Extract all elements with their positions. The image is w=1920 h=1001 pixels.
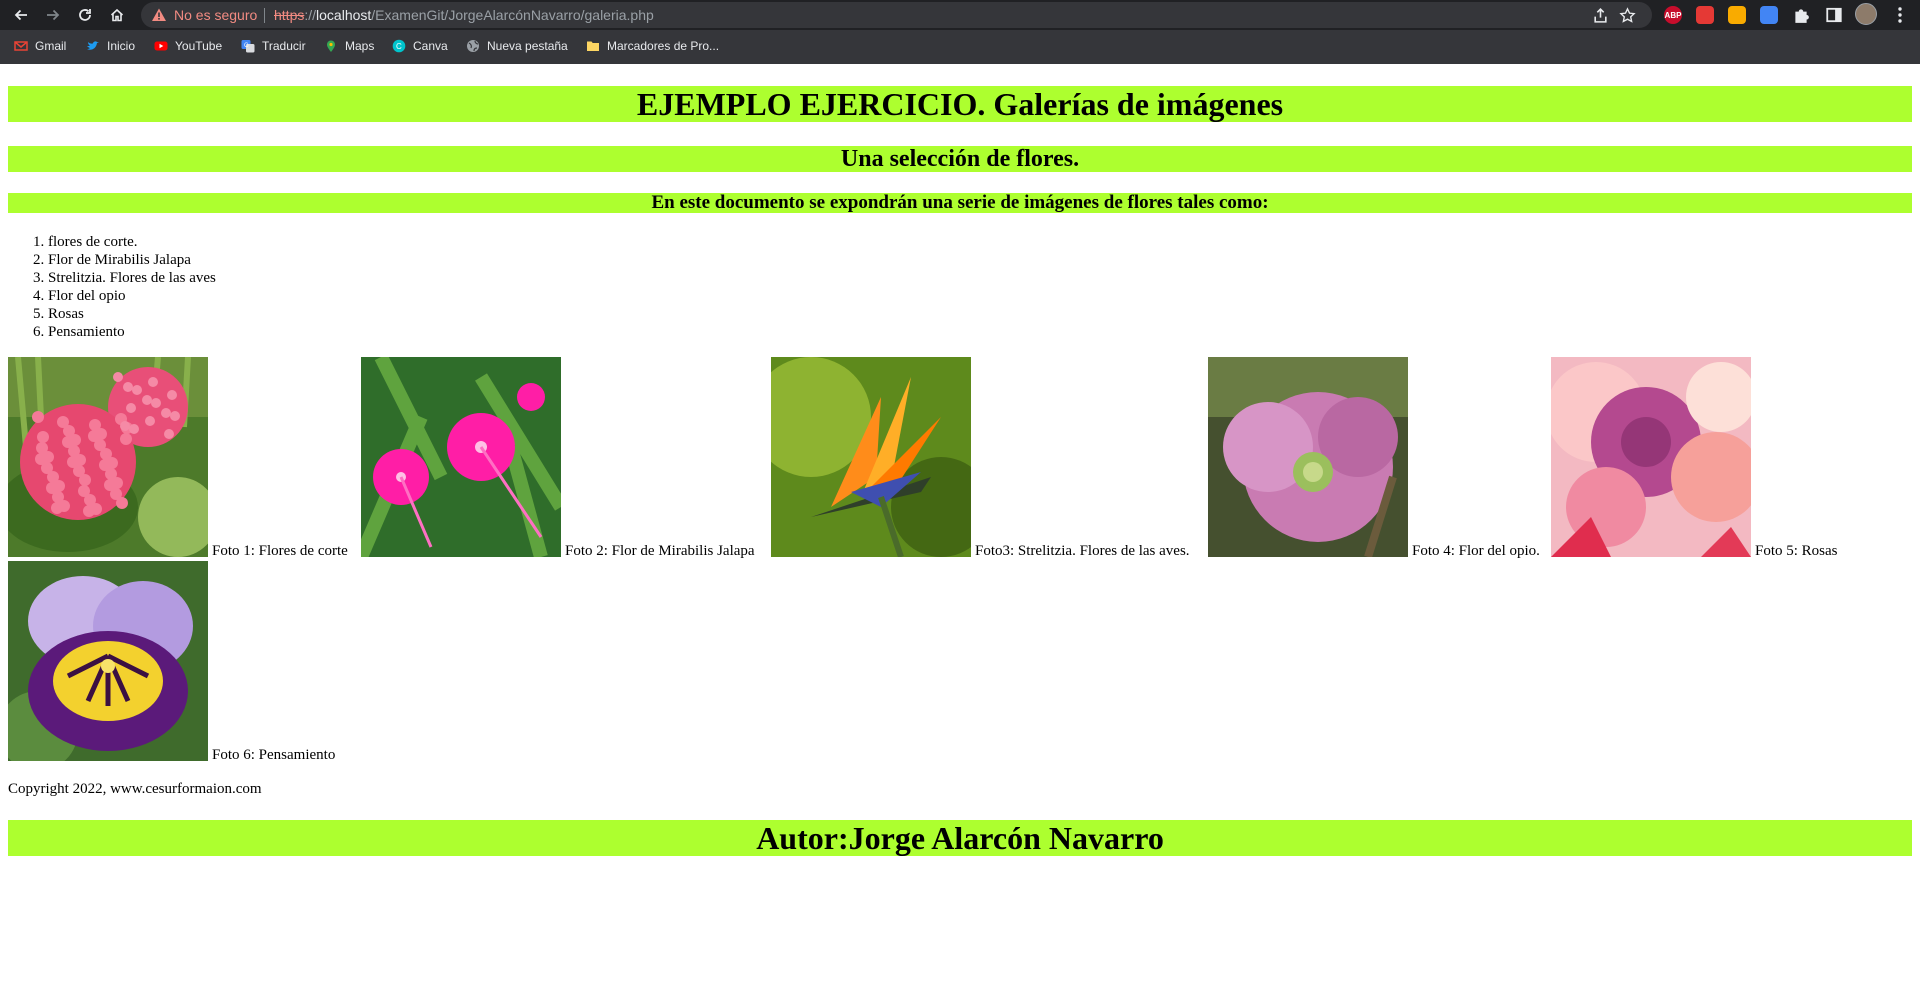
home-button[interactable]: [107, 5, 127, 25]
extension-red-icon[interactable]: [1696, 6, 1714, 24]
url-scheme: https: [274, 7, 305, 23]
photo-roses: [1551, 357, 1751, 557]
youtube-icon: [154, 39, 168, 53]
browser-chrome: No es seguro https://localhost/ExamenGit…: [0, 0, 1920, 64]
page-title: EJEMPLO EJERCICIO. Galerías de imágenes: [8, 86, 1912, 122]
reload-button[interactable]: [75, 5, 95, 25]
home-icon: [110, 8, 124, 22]
photo-poppy: [1208, 357, 1408, 557]
bookmark-item[interactable]: Maps: [324, 37, 374, 55]
bookmark-item[interactable]: G Traducir: [241, 37, 306, 55]
url-path: /ExamenGit/JorgeAlarcónNavarro/galeria.p…: [371, 7, 654, 23]
profile-avatar[interactable]: [1855, 3, 1877, 25]
photo-pansy: [8, 561, 208, 761]
address-bar[interactable]: No es seguro https://localhost/ExamenGit…: [141, 2, 1652, 28]
browser-toolbar: No es seguro https://localhost/ExamenGit…: [0, 0, 1920, 30]
bookmark-label: YouTube: [175, 39, 223, 53]
twitter-icon: [86, 39, 100, 53]
bookmark-item[interactable]: Inicio: [86, 37, 135, 55]
bookmark-label: Maps: [345, 39, 375, 53]
page-subtitle: Una selección de flores.: [8, 146, 1912, 172]
more-menu-icon[interactable]: [1893, 5, 1907, 25]
bookmark-label: Inicio: [107, 39, 136, 53]
list-item: Pensamiento: [48, 323, 216, 341]
warning-icon: [152, 8, 166, 21]
bookmark-label: Marcadores de Pro...: [607, 39, 720, 53]
puzzle-extensions-icon[interactable]: [1792, 6, 1810, 24]
list-item: Flor del opio: [48, 287, 216, 305]
translate-icon: G: [241, 39, 255, 53]
bookmark-label: Traducir: [262, 39, 306, 53]
bookmark-item[interactable]: Gmail: [14, 37, 66, 55]
photo-strelitzia: [771, 357, 971, 557]
bookmark-label: Gmail: [35, 39, 67, 53]
bookmark-item[interactable]: YouTube: [154, 37, 222, 55]
bookmark-item[interactable]: Marcadores de Pro...: [586, 37, 719, 55]
author-heading: Autor:Jorge Alarcón Navarro: [8, 820, 1912, 856]
back-arrow-icon: [14, 9, 27, 21]
extension-yellow-icon[interactable]: [1728, 6, 1746, 24]
reload-icon: [79, 9, 91, 21]
svg-text:G: G: [244, 43, 249, 49]
photo-caption: Foto 1: Flores de corte: [212, 543, 348, 559]
bookmarks-bar: Gmail Inicio YouTube G Traducir Maps C Canva Nue…: [0, 32, 1920, 60]
back-button[interactable]: [11, 5, 31, 25]
side-panel-icon[interactable]: [1825, 6, 1843, 24]
flower-list: flores de corte.Flor de Mirabilis Jalapa…: [8, 233, 216, 341]
list-item: Strelitzia. Flores de las aves: [48, 269, 216, 287]
bookmark-star-icon[interactable]: [1619, 7, 1636, 24]
forward-arrow-icon: [47, 9, 60, 21]
adblock-extension-icon[interactable]: ABP: [1664, 6, 1682, 24]
photo-caption: Foto 6: Pensamiento: [212, 747, 336, 763]
photo-hydrangea: [8, 357, 208, 557]
share-icon[interactable]: [1592, 7, 1609, 24]
bookmark-item[interactable]: C Canva: [392, 37, 448, 55]
bookmark-item[interactable]: Nueva pestaña: [466, 37, 568, 55]
url-host: localhost: [316, 7, 372, 23]
forward-button[interactable]: [43, 5, 63, 25]
maps-icon: [324, 39, 338, 53]
list-item: flores de corte.: [48, 233, 216, 251]
extension-color-icon[interactable]: [1760, 6, 1778, 24]
list-item: Flor de Mirabilis Jalapa: [48, 251, 216, 269]
photo-mirabilis: [361, 357, 561, 557]
folder-icon: [586, 39, 600, 53]
address-separator: [264, 8, 265, 23]
gmail-icon: [14, 39, 28, 53]
canva-icon: C: [392, 39, 406, 53]
photo-caption: Foto 2: Flor de Mirabilis Jalapa: [565, 543, 755, 559]
security-label[interactable]: No es seguro: [174, 7, 257, 23]
url-separator: ://: [304, 7, 317, 23]
url-text[interactable]: https://localhost/ExamenGit/JorgeAlarcón…: [274, 7, 654, 23]
photo-caption: Foto3: Strelitzia. Flores de las aves.: [975, 543, 1190, 559]
svg-text:C: C: [396, 42, 402, 51]
globe-icon: [466, 39, 480, 53]
intro-heading: En este documento se expondrán una serie…: [8, 193, 1912, 213]
bookmark-label: Canva: [413, 39, 448, 53]
copyright-text: Copyright 2022, www.cesurformaion.com: [8, 781, 262, 797]
list-item: Rosas: [48, 305, 216, 323]
photo-caption: Foto 4: Flor del opio.: [1412, 543, 1540, 559]
photo-caption: Foto 5: Rosas: [1755, 543, 1838, 559]
bookmark-label: Nueva pestaña: [487, 39, 568, 53]
